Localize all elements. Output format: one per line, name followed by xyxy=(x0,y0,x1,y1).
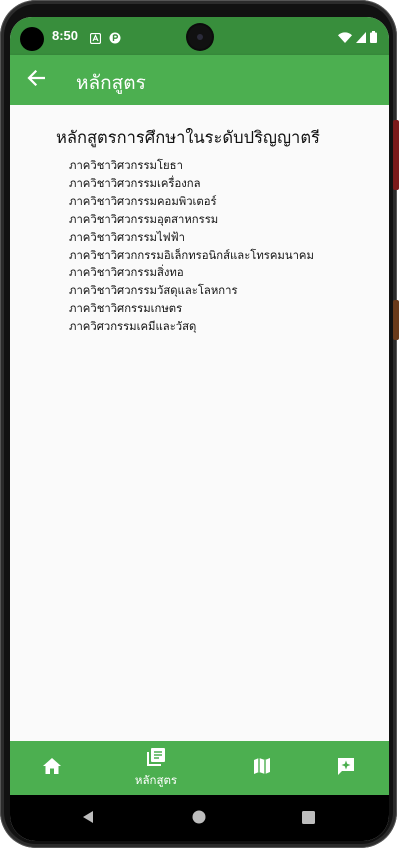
status-bar: 8:50 xyxy=(10,17,389,55)
back-button[interactable] xyxy=(24,68,48,92)
main-content: หลักสูตรการศึกษาในระดับปริญญาตรี ภาควิชา… xyxy=(10,105,389,741)
system-back-button[interactable] xyxy=(68,795,108,841)
curriculum-heading: หลักสูตรการศึกษาในระดับปริญญาตรี xyxy=(56,128,320,147)
department-item: ภาควิชาวิศวกรรมสิ่งทอ xyxy=(69,266,184,280)
circle-home-icon xyxy=(192,809,206,828)
wifi-icon xyxy=(338,28,352,47)
nav-curriculum[interactable]: หลักสูตร xyxy=(120,741,192,795)
phone-frame: 8:50 หลักสูตร หลักสูตรการศึกษาในระดับปริ… xyxy=(0,0,401,863)
front-camera xyxy=(188,25,212,49)
department-item: ภาควิชาวิศวกรรมคอมพิวเตอร์ xyxy=(69,194,217,208)
notification-a-icon xyxy=(89,29,102,45)
signal-icon xyxy=(356,28,366,47)
app-bar: หลักสูตร xyxy=(10,55,389,105)
power-button xyxy=(393,300,399,340)
department-item: ภาควิชาวิศวกกรรมอิเล็กทรอนิกส์และโทรคมนา… xyxy=(69,248,314,262)
book-icon xyxy=(146,747,166,771)
screen: 8:50 หลักสูตร หลักสูตรการศึกษาในระดับปริ… xyxy=(10,17,389,841)
map-icon xyxy=(253,757,271,779)
department-item: ภาควิชาวิศวกรรมวัสดุและโลหการ xyxy=(69,284,238,298)
department-item: ภาควิชาวิศวกรรมไฟฟ้า xyxy=(69,230,186,244)
status-icons xyxy=(338,28,377,47)
square-recents-icon xyxy=(301,809,315,828)
department-item: ภาควิชาวิศวกรรมโยธา xyxy=(69,159,183,172)
nav-map[interactable] xyxy=(242,741,282,795)
system-recents-button[interactable] xyxy=(288,795,328,841)
department-list: ภาควิชาวิศวกรรมโยธา ภาควิชาวิศวกรรมเครื่… xyxy=(69,157,314,336)
volume-button xyxy=(393,120,399,190)
notification-p-icon xyxy=(109,29,121,44)
bottom-navigation: หลักสูตร xyxy=(10,741,389,795)
department-item: ภาควิชาวิศวกรรมอุตสาหกรรม xyxy=(69,212,219,226)
battery-icon xyxy=(370,28,377,47)
status-time: 8:50 xyxy=(52,28,79,43)
department-item: ภาควิศวกรรมเคมีและวัสดุ xyxy=(69,320,197,334)
nav-curriculum-label: หลักสูตร xyxy=(134,772,178,787)
nav-feedback[interactable] xyxy=(326,741,366,795)
department-item: ภาควิชาวิศกรรมเกษตร xyxy=(69,302,183,316)
feedback-icon xyxy=(336,756,356,780)
department-item: ภาควิชาวิศวกรรมเครื่องกล xyxy=(69,176,201,190)
nav-home[interactable] xyxy=(32,741,72,795)
camera-cutout xyxy=(20,27,44,51)
arrow-back-icon xyxy=(27,69,46,90)
system-home-button[interactable] xyxy=(179,795,219,841)
triangle-back-icon xyxy=(82,809,94,828)
system-navigation-bar xyxy=(10,795,389,841)
home-icon xyxy=(42,757,62,779)
page-title: หลักสูตร xyxy=(76,72,146,94)
